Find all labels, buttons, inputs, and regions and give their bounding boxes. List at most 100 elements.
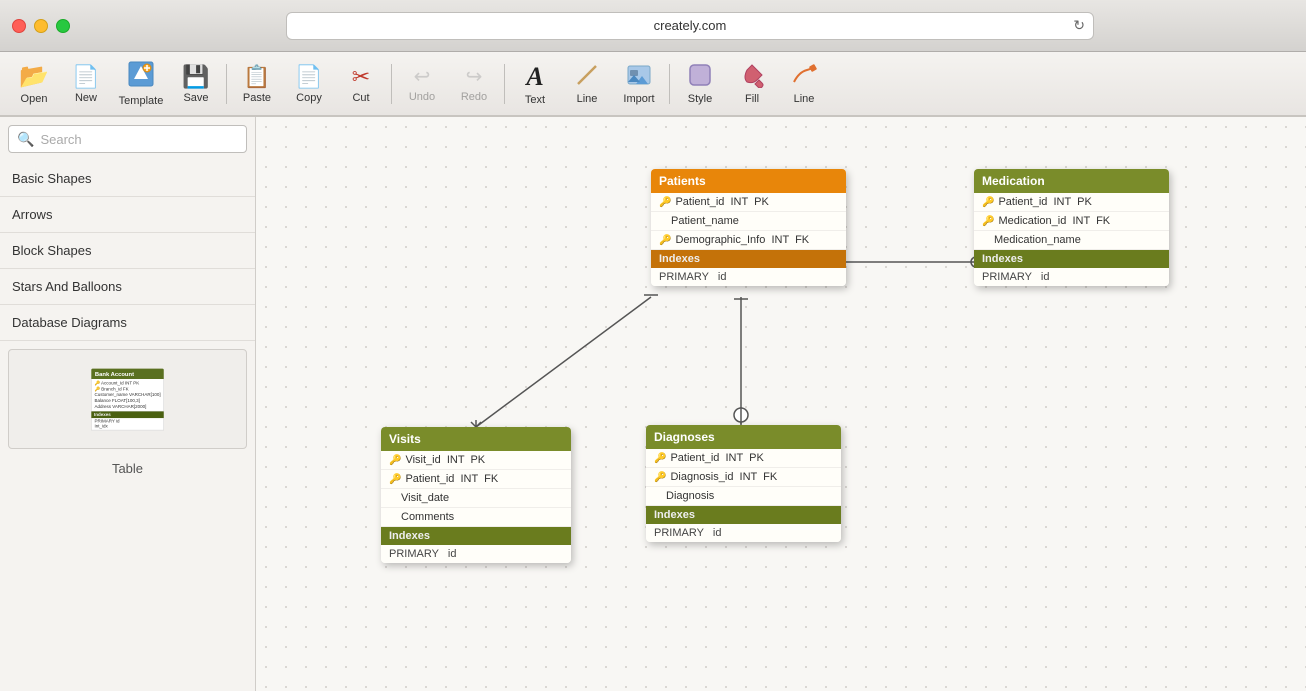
- shape-preview: Bank Account 🔑 Account_Id INT PK 🔑 Branc…: [8, 349, 247, 449]
- diagnoses-indexes-header: Indexes: [646, 506, 841, 524]
- search-box[interactable]: 🔍 Search: [8, 125, 247, 153]
- draw-line-icon: [791, 62, 817, 91]
- fk-icon-1: 🔑: [659, 235, 671, 246]
- sidebar-item-block-shapes[interactable]: Block Shapes: [0, 233, 255, 269]
- url-bar[interactable]: creately.com ↻: [286, 12, 1094, 40]
- maximize-button[interactable]: [56, 19, 70, 33]
- open-label: Open: [21, 93, 48, 105]
- cut-button[interactable]: ✂ Cut: [335, 56, 387, 112]
- import-label: Import: [623, 93, 654, 105]
- open-button[interactable]: 📂 Open: [8, 56, 60, 112]
- divider-2: [391, 64, 392, 104]
- fk-icon-3: 🔑: [389, 474, 401, 485]
- table-medication[interactable]: Medication 🔑 Patient_id INT PK 🔑 Medicat…: [974, 169, 1169, 286]
- search-placeholder: Search: [40, 132, 81, 147]
- import-icon: [626, 62, 652, 91]
- undo-button[interactable]: ↩ Undo: [396, 56, 448, 112]
- medication-header: Medication: [974, 169, 1169, 193]
- fk-icon-2: 🔑: [982, 216, 994, 227]
- visits-indexes-body: PRIMARY id: [381, 545, 571, 563]
- cut-icon: ✂: [352, 64, 370, 90]
- visits-row-3: Visit_date: [381, 489, 571, 508]
- line-icon: [574, 62, 600, 91]
- paste-button[interactable]: 📋 Paste: [231, 56, 283, 112]
- visits-row-2: 🔑 Patient_id INT FK: [381, 470, 571, 489]
- diagnoses-body: 🔑 Patient_id INT PK 🔑 Diagnosis_id INT F…: [646, 449, 841, 506]
- draw-line-label: Line: [794, 93, 815, 105]
- preview-table-thumbnail: Bank Account 🔑 Account_Id INT PK 🔑 Branc…: [91, 368, 163, 430]
- preview-label: Table: [0, 457, 255, 480]
- patients-indexes-body: PRIMARY id: [651, 268, 846, 286]
- traffic-lights: [12, 19, 70, 33]
- style-label: Style: [688, 93, 712, 105]
- text-label: Text: [525, 94, 545, 106]
- copy-button[interactable]: 📄 Copy: [283, 56, 335, 112]
- text-icon: A: [526, 62, 543, 92]
- sidebar-item-basic-shapes-label: Basic Shapes: [12, 171, 92, 186]
- new-button[interactable]: 📄 New: [60, 56, 112, 112]
- cut-label: Cut: [352, 92, 369, 104]
- save-icon: 💾: [182, 64, 209, 90]
- save-label: Save: [183, 92, 208, 104]
- canvas-area[interactable]: Patients 🔑 Patient_id INT PK Patient_nam…: [256, 117, 1306, 691]
- close-button[interactable]: [12, 19, 26, 33]
- patients-row-2: Patient_name: [651, 212, 846, 231]
- template-button[interactable]: Template: [112, 56, 170, 112]
- redo-button[interactable]: ↪ Redo: [448, 56, 500, 112]
- medication-row-2: 🔑 Medication_id INT FK: [974, 212, 1169, 231]
- import-button[interactable]: Import: [613, 56, 665, 112]
- visits-row-4: Comments: [381, 508, 571, 527]
- divider-4: [669, 64, 670, 104]
- undo-label: Undo: [409, 91, 435, 103]
- search-icon: 🔍: [17, 131, 34, 148]
- sidebar-item-arrows-label: Arrows: [12, 207, 52, 222]
- diagnoses-row-3: Diagnosis: [646, 487, 841, 506]
- divider-1: [226, 64, 227, 104]
- fill-icon: [739, 62, 765, 91]
- redo-label: Redo: [461, 91, 487, 103]
- key-icon-2: 🔑: [982, 197, 994, 208]
- paste-label: Paste: [243, 92, 271, 104]
- open-icon: 📂: [19, 62, 49, 91]
- sidebar-item-database-diagrams[interactable]: Database Diagrams: [0, 305, 255, 341]
- fk-icon-4: 🔑: [654, 472, 666, 483]
- table-diagnoses[interactable]: Diagnoses 🔑 Patient_id INT PK 🔑 Diagnosi…: [646, 425, 841, 542]
- minimize-button[interactable]: [34, 19, 48, 33]
- copy-label: Copy: [296, 92, 322, 104]
- copy-icon: 📄: [295, 64, 322, 90]
- text-button[interactable]: A Text: [509, 56, 561, 112]
- reload-button[interactable]: ↻: [1073, 17, 1085, 34]
- medication-body: 🔑 Patient_id INT PK 🔑 Medication_id INT …: [974, 193, 1169, 250]
- template-label: Template: [119, 95, 164, 107]
- fill-label: Fill: [745, 93, 759, 105]
- table-visits[interactable]: Visits 🔑 Visit_id INT PK 🔑 Patient_id IN…: [381, 427, 571, 563]
- medication-row-3: Medication_name: [974, 231, 1169, 250]
- sidebar-item-stars-and-balloons[interactable]: Stars And Balloons: [0, 269, 255, 305]
- save-button[interactable]: 💾 Save: [170, 56, 222, 112]
- style-icon: [687, 62, 713, 91]
- table-patients[interactable]: Patients 🔑 Patient_id INT PK Patient_nam…: [651, 169, 846, 286]
- title-bar: creately.com ↻: [0, 0, 1306, 52]
- medication-indexes-header: Indexes: [974, 250, 1169, 268]
- visits-indexes-header: Indexes: [381, 527, 571, 545]
- line-button[interactable]: Line: [561, 56, 613, 112]
- draw-line-button[interactable]: Line: [778, 56, 830, 112]
- visits-header: Visits: [381, 427, 571, 451]
- diagnoses-row-1: 🔑 Patient_id INT PK: [646, 449, 841, 468]
- sidebar-item-block-shapes-label: Block Shapes: [12, 243, 92, 258]
- style-button[interactable]: Style: [674, 56, 726, 112]
- key-icon-4: 🔑: [654, 453, 666, 464]
- sidebar-item-basic-shapes[interactable]: Basic Shapes: [0, 161, 255, 197]
- diagnoses-row-2: 🔑 Diagnosis_id INT FK: [646, 468, 841, 487]
- fill-button[interactable]: Fill: [726, 56, 778, 112]
- sidebar-item-arrows[interactable]: Arrows: [0, 197, 255, 233]
- key-icon-3: 🔑: [389, 455, 401, 466]
- url-text: creately.com: [654, 18, 727, 33]
- undo-icon: ↩: [414, 64, 431, 89]
- divider-3: [504, 64, 505, 104]
- medication-indexes-body: PRIMARY id: [974, 268, 1169, 286]
- diagnoses-indexes-body: PRIMARY id: [646, 524, 841, 542]
- redo-icon: ↪: [466, 64, 483, 89]
- patients-body: 🔑 Patient_id INT PK Patient_name 🔑 Demog…: [651, 193, 846, 250]
- patients-header: Patients: [651, 169, 846, 193]
